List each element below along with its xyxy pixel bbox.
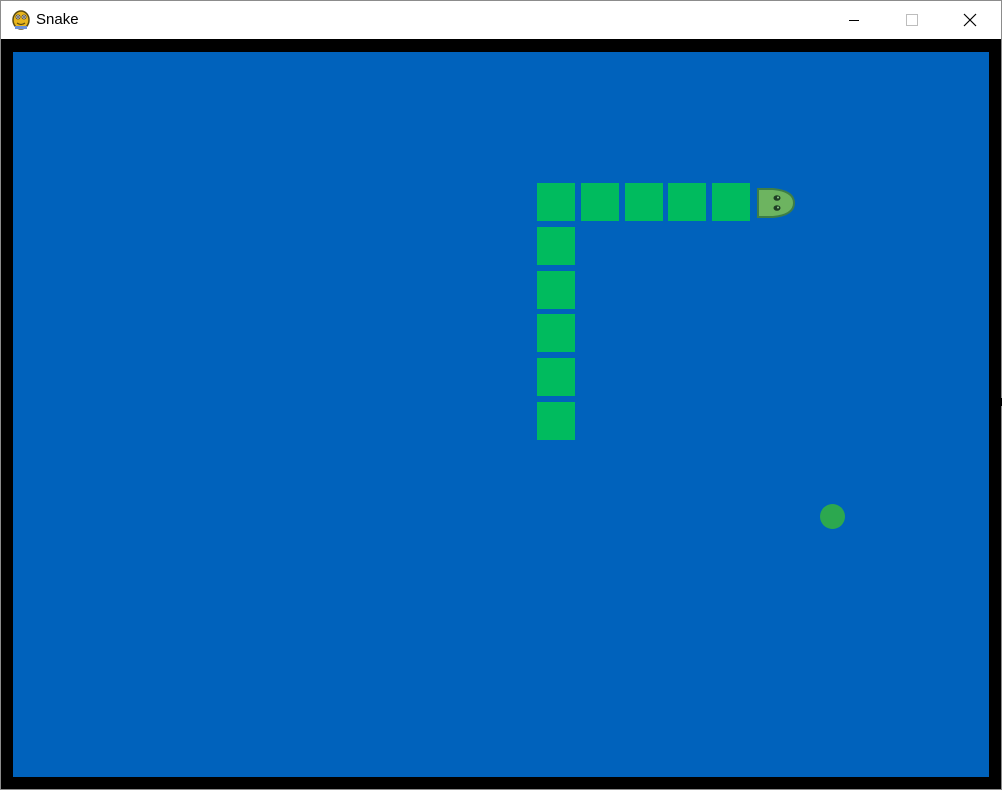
snake-segment [537,358,575,396]
snake-segment [668,183,706,221]
minimize-icon [848,14,860,26]
snake-segment [625,183,663,221]
snake-segment [537,314,575,352]
minimize-button[interactable] [825,1,883,39]
snake-head [757,187,796,219]
snake-segment [712,183,750,221]
snake-segment [537,402,575,440]
close-icon [963,13,977,27]
pygame-snake-icon [11,9,31,31]
game-client-area[interactable] [1,39,1001,789]
game-window: Snake [0,0,1002,790]
snake-segment [537,227,575,265]
close-button[interactable] [941,1,999,39]
snake-segment [537,271,575,309]
maximize-button[interactable] [883,1,941,39]
snake-segment [581,183,619,221]
game-board[interactable] [13,52,989,777]
maximize-icon [906,14,918,26]
window-edge-mark [998,398,1002,406]
food-pellet [820,504,845,529]
window-title: Snake [36,11,79,28]
title-bar[interactable]: Snake [1,1,1001,39]
snake-segment [537,183,575,221]
